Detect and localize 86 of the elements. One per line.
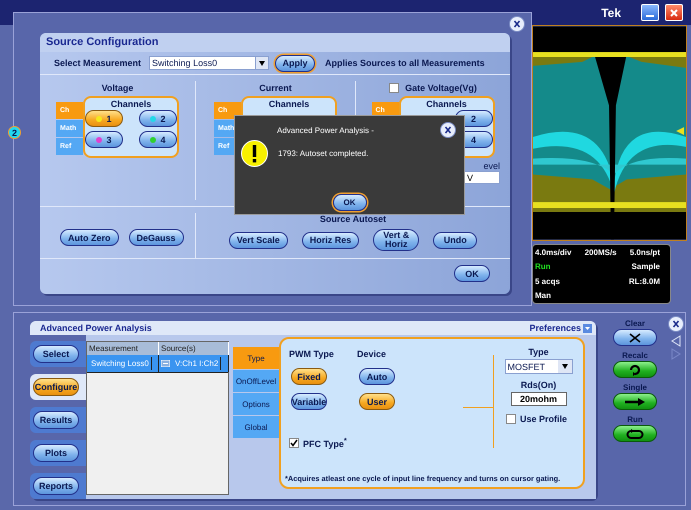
autoset-button[interactable]: Vert Scale <box>228 232 288 248</box>
autoset-button[interactable]: Undo <box>433 232 478 248</box>
minimize-icon <box>646 14 654 16</box>
type-select[interactable]: MOSFET <box>504 359 572 374</box>
group-label: PWM Type <box>289 348 335 360</box>
channels-label: Channels <box>110 99 152 109</box>
nav-button[interactable]: Select <box>33 345 79 363</box>
checkbox-label: Gate Voltage(Vg) <box>405 83 477 93</box>
option-button[interactable]: Fixed <box>291 368 327 385</box>
checkbox[interactable] <box>389 83 400 93</box>
minimize-button[interactable] <box>641 4 659 21</box>
channels-label: Channels <box>268 99 310 109</box>
autoset-label: Source Autoset <box>320 214 386 225</box>
select-measurement-label: Select Measurement <box>54 58 142 68</box>
close-icon <box>669 8 679 18</box>
ok-button[interactable]: OK <box>454 265 490 282</box>
rds-label: Rds(On) <box>520 380 556 390</box>
dialog-message: 1793: Autoset completed. <box>278 149 368 158</box>
channel-button[interactable]: 4 <box>139 131 177 148</box>
readout-text: Sample <box>632 262 660 272</box>
channel-button[interactable]: 1 <box>85 110 123 127</box>
autoset-button[interactable]: Vert & Horiz <box>373 229 420 251</box>
readout-text: 4.0ms/div <box>535 248 572 257</box>
panel-title: Advanced Power Analysis <box>40 323 152 333</box>
ok-button[interactable]: OK <box>332 194 366 211</box>
option-button[interactable]: Variable <box>291 393 327 410</box>
channel-button[interactable]: 3 <box>85 131 123 148</box>
dropdown-icon[interactable] <box>259 60 266 66</box>
close-button[interactable] <box>665 4 683 21</box>
nav-button[interactable]: Results <box>33 411 79 429</box>
nav-button[interactable]: Reports <box>33 477 79 495</box>
window-title: Source Configuration <box>40 33 510 52</box>
level-label: evel <box>483 161 500 171</box>
action-button[interactable] <box>613 329 657 346</box>
brand-label: Tek <box>601 6 621 20</box>
warning-icon <box>241 140 268 167</box>
apply-note: Applies Sources to all Measurements <box>325 58 485 68</box>
option-button[interactable]: User <box>359 393 395 410</box>
option-button[interactable]: Auto <box>359 368 395 385</box>
readout-text: RL:8.0M <box>628 276 660 286</box>
config-tab[interactable]: Options <box>233 393 279 415</box>
probe-button[interactable]: DeGauss <box>128 229 184 246</box>
arrows-icon[interactable] <box>670 335 682 361</box>
dialog-title: Advanced Power Analysis - <box>277 126 374 134</box>
config-tab[interactable]: Type <box>233 347 279 369</box>
nav-button[interactable]: Plots <box>33 444 79 462</box>
checkbox[interactable] <box>289 438 299 448</box>
preferences-menu[interactable]: Preferences <box>529 323 592 333</box>
config-tab[interactable]: OnOffLevel <box>233 370 279 392</box>
channel-button[interactable]: 2 <box>139 110 177 127</box>
dropdown-icon[interactable] <box>562 364 568 369</box>
level-field[interactable]: V <box>464 171 500 184</box>
group-label: Device <box>357 348 386 360</box>
action-label: Single <box>622 383 647 392</box>
arrow-icon <box>623 396 647 408</box>
readout-text: 5 acqs <box>535 276 560 286</box>
config-tab[interactable]: Global <box>233 416 279 438</box>
readout-text: Man <box>535 290 551 300</box>
action-label: Clear <box>624 319 645 328</box>
close-icon[interactable] <box>509 16 525 32</box>
channel-marker: 2 <box>8 126 21 139</box>
readout-text: 5.0ns/pt <box>630 248 660 257</box>
action-button[interactable] <box>613 425 657 442</box>
action-button[interactable] <box>613 393 657 410</box>
channels-label: Channels <box>426 99 467 109</box>
readout-text: 200MS/s <box>584 248 617 257</box>
action-label: Recalc <box>622 351 648 360</box>
checkbox-label: Use Profile <box>520 414 568 424</box>
checkbox-label: PFC Type$^{*}$ <box>303 436 347 449</box>
table-cell: Switching Loss0 <box>89 357 152 370</box>
measurement-select[interactable]: Switching Loss0 <box>149 56 270 70</box>
rds-field[interactable]: 20mohm <box>510 392 566 406</box>
section-title: Voltage <box>102 83 134 93</box>
action-label: Run <box>627 415 643 424</box>
checkbox[interactable] <box>506 414 516 424</box>
apply-button[interactable]: Apply <box>275 54 316 72</box>
close-icon[interactable] <box>668 316 684 332</box>
action-button[interactable] <box>613 361 657 378</box>
readout-text: Run <box>535 262 551 272</box>
autoset-button[interactable]: Horiz Res <box>302 232 360 248</box>
nav-button[interactable]: Configure <box>33 378 79 396</box>
probe-button[interactable]: Auto Zero <box>60 229 118 246</box>
close-icon[interactable] <box>440 122 456 138</box>
type-label: Type <box>528 347 549 357</box>
table-cell: V:Ch1 I:Ch2 <box>173 357 222 370</box>
section-title: Current <box>259 83 292 93</box>
